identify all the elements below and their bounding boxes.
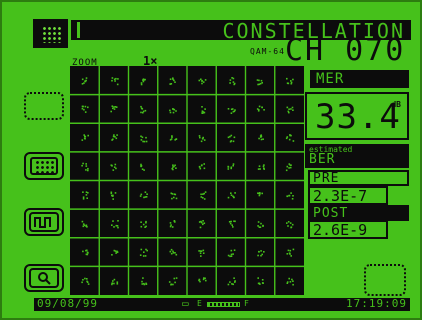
spectrum-icon [29,212,59,232]
symbol-cluster [139,248,148,257]
symbol-cluster [227,249,236,258]
mer-readout: 33.4 dB [305,92,409,140]
symbol-cluster [257,192,263,197]
symbol-cluster [257,277,264,285]
screen: CONSTELLATION ZOOM 1× QAM-64 CH 070 MER … [0,0,422,320]
symbol-cluster [201,106,206,114]
post-ber-value: 2.6E-9 [308,220,388,239]
post-label: POST [308,205,409,221]
battery-empty-label: E [197,299,203,308]
empty-softkey-button[interactable] [24,92,64,120]
symbol-cluster [198,277,207,283]
ber-label: BER [309,152,336,167]
symbol-cluster [227,108,236,114]
symbol-cluster [286,77,294,85]
symbol-cluster [169,77,176,85]
empty-softkey-button-right[interactable] [364,264,406,296]
symbol-cluster [140,220,147,228]
symbol-cluster [170,192,178,200]
spectrum-button[interactable] [24,208,64,236]
symbol-cluster [286,106,294,114]
symbol-cluster [81,105,89,113]
symbol-cluster [229,77,236,86]
symbol-cluster [140,163,145,171]
symbol-cluster [169,108,177,114]
time-display: 17:19:09 [346,297,407,310]
mer-label: MER [310,70,409,88]
symbol-cluster [228,220,236,228]
symbol-cluster [81,277,90,285]
symbol-cluster [256,79,263,86]
symbol-cluster [257,250,265,257]
symbol-cluster [256,105,265,112]
symbol-cluster [171,164,177,171]
symbol-cluster [82,191,89,200]
symbol-cluster [110,105,118,113]
symbol-cluster [198,78,207,85]
symbol-cluster [285,134,295,142]
date-display: 09/08/99 [37,297,98,310]
pre-label: PRE [308,170,409,186]
status-bar: 09/08/99 ▭ E F 17:19:09 [34,297,410,311]
symbol-cluster [140,105,147,114]
constellation-plot [70,66,304,295]
pre-ber-value: 2.3E-7 [308,186,388,205]
symbol-cluster [81,220,88,228]
battery-full-label: F [244,299,250,308]
constellation-button[interactable] [24,152,64,180]
constellation-icon [35,160,55,174]
symbol-cluster [285,163,292,172]
symbol-cluster [168,277,178,286]
modulation-label: QAM-64 [250,47,285,56]
symbol-cluster [81,134,89,141]
symbol-cluster [141,277,148,286]
symbol-cluster [111,77,119,86]
symbol-cluster [169,135,178,141]
symbol-cluster [286,192,294,200]
symbol-cluster [81,162,89,172]
symbol-cluster [227,277,236,286]
symbol-cluster [286,277,294,286]
mer-value: 33.4 [315,97,401,137]
symbol-cluster [81,77,88,85]
ber-header: estimated BER [305,144,409,168]
symbol-cluster [198,249,205,257]
symbol-cluster [227,192,236,199]
symbol-cluster [111,220,119,229]
symbol-cluster [257,164,265,170]
symbol-cluster [258,134,264,141]
symbol-cluster [286,221,294,229]
symbol-cluster [111,134,118,141]
symbol-cluster [111,249,119,256]
symbol-cluster [286,248,295,257]
symbol-cluster [227,163,235,170]
symbol-cluster [140,135,148,143]
battery-level-bar [207,302,240,307]
battery-icon: ▭ [182,297,190,310]
symbol-cluster [110,163,117,171]
symbol-cluster [140,78,146,86]
symbol-cluster [227,134,236,143]
zoom-icon [29,268,59,288]
symbol-cluster [198,163,206,170]
symbol-cluster [82,249,89,256]
menu-grid-icon[interactable] [33,19,68,48]
symbol-cluster [169,220,176,228]
symbol-cluster [198,135,206,143]
symbol-cluster [257,221,264,228]
symbol-cluster [198,220,206,229]
symbol-cluster [139,191,148,199]
symbol-cluster [111,278,119,286]
zoom-button[interactable] [24,264,64,292]
symbol-cluster [110,191,117,200]
channel-display: CH 070 [285,33,406,68]
mer-unit: dB [391,100,401,109]
symbol-cluster [200,191,207,200]
symbol-cluster [169,248,178,256]
